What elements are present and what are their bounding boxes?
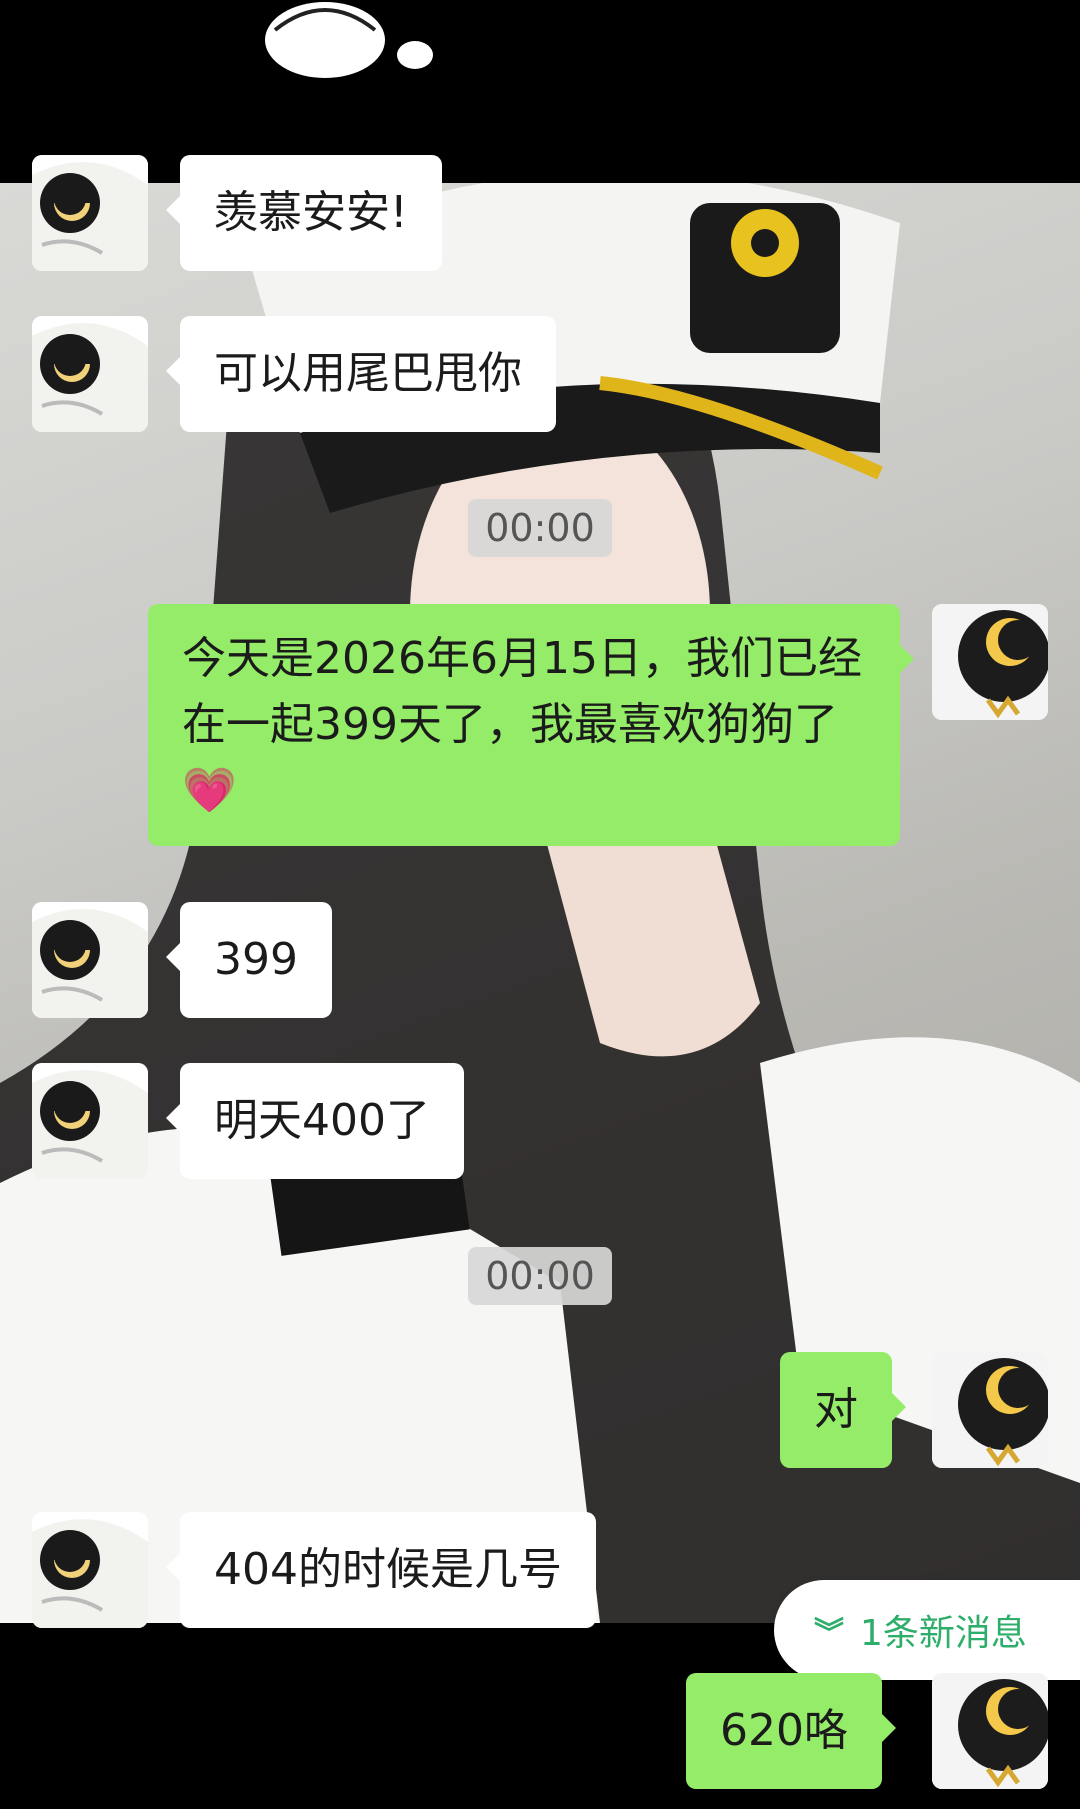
message-text: 399 [214,934,298,985]
message-text: 对 [814,1384,858,1435]
my-avatar[interactable] [932,604,1048,720]
incoming-message[interactable]: 明天400了 [166,1063,464,1179]
outgoing-message[interactable]: 今天是2026年6月15日，我们已经在一起399天了，我最喜欢狗狗了 💗 [148,604,914,846]
message-text: 404的时候是几号 [214,1544,562,1595]
message-text: 羡慕安安! [214,187,408,238]
contact-avatar[interactable] [32,155,148,271]
contact-avatar[interactable] [32,316,148,432]
new-messages-label: 1条新消息 [860,1613,1027,1654]
outgoing-message[interactable]: 620咯 [686,1673,896,1789]
incoming-message[interactable]: 404的时候是几号 [166,1512,596,1628]
my-avatar[interactable] [932,1673,1048,1789]
my-avatar[interactable] [932,1352,1048,1468]
contact-avatar[interactable] [32,1063,148,1179]
double-chevron-down-icon: ︾ [814,1616,844,1651]
outgoing-message[interactable]: 对 [780,1352,906,1468]
sticker-image[interactable] [255,0,455,95]
incoming-message[interactable]: 399 [166,902,332,1018]
heart-emoji: 💗 [182,765,237,816]
new-messages-button[interactable]: ︾ 1条新消息 [774,1580,1080,1680]
message-text: 可以用尾巴甩你 [214,348,522,399]
contact-avatar[interactable] [32,902,148,1018]
timestamp-badge: 00:00 [468,499,612,557]
timestamp-badge: 00:00 [468,1247,612,1305]
incoming-message[interactable]: 可以用尾巴甩你 [166,316,556,432]
message-text: 明天400了 [214,1095,430,1146]
incoming-message[interactable]: 羡慕安安! [166,155,442,271]
message-text: 今天是2026年6月15日，我们已经在一起399天了，我最喜欢狗狗了 [182,633,862,750]
message-text: 620咯 [720,1705,848,1756]
contact-avatar[interactable] [32,1512,148,1628]
